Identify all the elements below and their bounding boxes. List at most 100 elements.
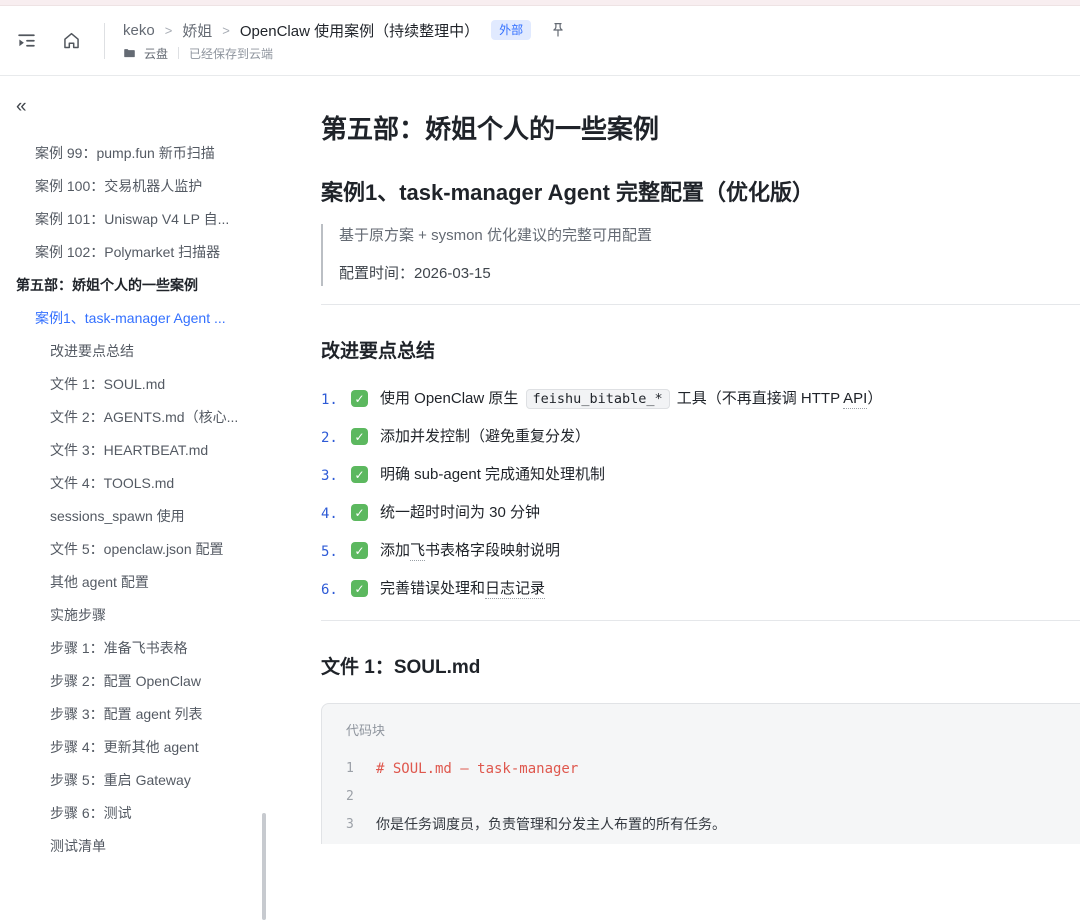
improvement-item[interactable]: 3.✓ 明确 sub-agent 完成通知处理机制 [321,463,1080,488]
pin-icon[interactable] [549,21,567,39]
section-heading-part5[interactable]: 第五部：娇姐个人的一些案例 [321,112,1080,146]
toc-list: 案例 99：pump.fun 新币扫描案例 100：交易机器人监护案例 101：… [0,137,270,863]
external-badge: 外部 [491,20,531,40]
divider [321,620,1080,621]
code-line: 3 你是任务调度员，负责管理和分发主人布置的所有任务。 [346,811,1067,839]
code-line: 2 [346,783,1067,811]
text-segment: ） [867,390,882,407]
spellcheck-underline: 日志记录 [485,580,545,599]
toc-item[interactable]: 步骤 4：更新其他 agent [0,731,270,764]
improvements-list: 1.✓使用 OpenClaw 原生 feishu_bitable_* 工具（不再… [321,387,1080,602]
text-segment: 书表格字段映射说明 [425,542,560,559]
toc-item[interactable]: 文件 1：SOUL.md [0,368,270,401]
code-line: 4 [346,839,1067,844]
sidebar-scrollbar[interactable] [262,813,266,920]
toc-item[interactable]: 步骤 3：配置 agent 列表 [0,698,270,731]
text-segment: 添加并发控制（避免重复分发） [380,428,590,445]
code-text: 你是任务调度员，负责管理和分发主人布置的所有任务。 [376,811,726,839]
toc-sidebar: « 案例 99：pump.fun 新币扫描案例 100：交易机器人监护案例 10… [0,76,270,844]
toc-item[interactable]: 案例 99：pump.fun 新币扫描 [0,137,270,170]
spellcheck-underline: API [843,390,867,409]
toc-item[interactable]: 第五部：娇姐个人的一些案例 [0,269,270,302]
toc-item[interactable]: 案例 101：Uniswap V4 LP 自... [0,203,270,236]
list-number: 2. [321,425,347,450]
text-segment: 使用 OpenClaw 原生 [380,390,523,407]
improvement-text: 使用 OpenClaw 原生 feishu_bitable_* 工具（不再直接调… [380,387,882,411]
spellcheck-underline: 飞 [410,542,425,561]
breadcrumb-separator: > [222,23,230,38]
check-icon: ✓ [351,428,368,445]
text-segment: 统一超时时间为 30 分钟 [380,504,540,521]
toc-item[interactable]: 步骤 2：配置 OpenClaw [0,665,270,698]
improvement-item[interactable]: 6.✓ 完善错误处理和日志记录 [321,577,1080,602]
list-number: 1. [321,387,347,412]
toggle-sidebar-icon[interactable] [16,30,37,51]
code-block[interactable]: 代码块 1 # SOUL.md — task-manager 23 你是任务调度员，负… [321,703,1080,844]
doc-header: keko > 娇姐 > OpenClaw 使用案例（持续整理中） 外部 云盘 [0,6,1080,76]
list-number: 6. [321,577,347,602]
quote-block[interactable]: 基于原方案 + sysmon 优化建议的完整可用配置 配置时间：2026-03-… [321,224,1080,286]
inline-code: feishu_bitable_* [526,389,670,409]
line-number: 2 [346,783,362,811]
toc-item[interactable]: 案例 102：Polymarket 扫描器 [0,236,270,269]
folder-icon [123,47,136,60]
doc-location[interactable]: 云盘 [144,45,168,62]
toc-item[interactable]: 文件 2：AGENTS.md（核心... [0,401,270,434]
improvement-text: 明确 sub-agent 完成通知处理机制 [380,463,605,487]
text-segment: 工具（不再直接调 HTTP [673,390,844,407]
toc-item[interactable]: 测试清单 [0,830,270,863]
text-segment: 明确 sub-agent 完成通知处理机制 [380,466,605,483]
toc-item[interactable]: 文件 4：TOOLS.md [0,467,270,500]
improvements-heading[interactable]: 改进要点总结 [321,339,1080,365]
doc-meta-row: 云盘 已经保存到云端 [123,45,567,62]
home-icon[interactable] [61,30,82,51]
toc-item[interactable]: 步骤 6：测试 [0,797,270,830]
toc-item[interactable]: 文件 3：HEARTBEAT.md [0,434,270,467]
file1-heading[interactable]: 文件 1：SOUL.md [321,655,1080,681]
toc-item[interactable]: 案例1、task-manager Agent ... [0,302,270,335]
toc-item[interactable]: 案例 100：交易机器人监护 [0,170,270,203]
divider [321,304,1080,305]
list-number: 5. [321,539,347,564]
code-line: 1 # SOUL.md — task-manager [346,755,1067,783]
text-segment: 添加 [380,542,410,559]
code-text: # SOUL.md — task-manager [376,755,578,783]
improvement-item[interactable]: 2.✓ 添加并发控制（避免重复分发） [321,425,1080,450]
improvement-item[interactable]: 5.✓ 添加飞书表格字段映射说明 [321,539,1080,564]
improvement-text: 添加飞书表格字段映射说明 [380,539,560,563]
list-number: 4. [321,501,347,526]
check-icon: ✓ [351,542,368,559]
line-number: 4 [346,839,362,844]
check-icon: ✓ [351,580,368,597]
toc-item[interactable]: 改进要点总结 [0,335,270,368]
doc-content: 第五部：娇姐个人的一些案例 案例1、task-manager Agent 完整配… [270,76,1080,844]
improvement-text: 添加并发控制（避免重复分发） [380,425,590,449]
toc-item[interactable]: 步骤 1：准备飞书表格 [0,632,270,665]
code-block-label: 代码块 [346,720,1067,739]
toc-item[interactable]: 其他 agent 配置 [0,566,270,599]
line-number: 1 [346,755,362,783]
check-icon: ✓ [351,504,368,521]
toc-item[interactable]: 文件 5：openclaw.json 配置 [0,533,270,566]
meta-divider [178,47,179,59]
list-number: 3. [321,463,347,488]
toc-item[interactable]: 步骤 5：重启 Gateway [0,764,270,797]
quote-line: 配置时间：2026-03-15 [339,262,1080,286]
check-icon: ✓ [351,466,368,483]
check-icon: ✓ [351,390,368,407]
improvement-item[interactable]: 1.✓ 使用 OpenClaw 原生 feishu_bitable_* 工具（不再… [321,387,1080,412]
line-number: 3 [346,811,362,839]
improvement-text: 统一超时时间为 30 分钟 [380,501,540,525]
save-status: 已经保存到云端 [189,45,273,62]
code-lines: 1 # SOUL.md — task-manager 23 你是任务调度员，负责管理和… [346,755,1067,844]
case1-heading[interactable]: 案例1、task-manager Agent 完整配置（优化版） [321,178,1080,208]
toc-item[interactable]: 实施步骤 [0,599,270,632]
collapse-sidebar-icon[interactable]: « [16,96,40,120]
doc-title[interactable]: OpenClaw 使用案例（持续整理中） [240,20,479,41]
text-segment: 完善错误处理和 [380,580,485,597]
breadcrumb-item-keko[interactable]: keko [123,22,155,39]
breadcrumb-item-folder[interactable]: 娇姐 [182,20,212,41]
header-divider [104,23,105,59]
toc-item[interactable]: sessions_spawn 使用 [0,500,270,533]
improvement-item[interactable]: 4.✓ 统一超时时间为 30 分钟 [321,501,1080,526]
